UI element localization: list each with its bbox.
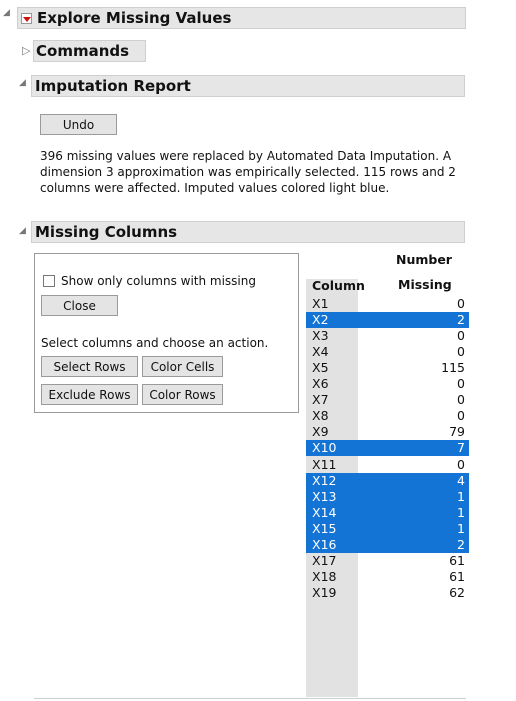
table-row[interactable]: X13 1 <box>306 488 469 505</box>
table-row[interactable]: X18 61 <box>306 568 469 585</box>
table-row[interactable]: X14 1 <box>306 504 469 521</box>
table-row[interactable]: X1 0 <box>306 296 469 312</box>
color-rows-button[interactable]: Color Rows <box>142 384 223 405</box>
column-name-cell[interactable]: X6 <box>306 376 358 393</box>
number-missing-cell[interactable]: 1 <box>358 504 469 521</box>
table-row[interactable]: X11 0 <box>306 456 469 473</box>
column-name-cell[interactable]: X9 <box>306 424 358 441</box>
column-name-cell[interactable]: X18 <box>306 568 358 585</box>
color-cells-label: Color Cells <box>150 359 215 374</box>
exclude-rows-button[interactable]: Exclude Rows <box>41 384 138 405</box>
table-row[interactable]: X7 0 <box>306 392 469 409</box>
table-row[interactable]: X8 0 <box>306 408 469 425</box>
table-row[interactable]: X16 2 <box>306 536 469 553</box>
exclude-rows-label: Exclude Rows <box>48 387 131 402</box>
color-rows-label: Color Rows <box>149 387 216 402</box>
expand-triangle-icon[interactable]: ▷ <box>22 45 30 56</box>
undo-label: Undo <box>62 117 95 132</box>
table-row[interactable]: X19 62 <box>306 584 469 601</box>
column-name-cell[interactable]: X7 <box>306 392 358 409</box>
close-label: Close <box>63 298 96 313</box>
divider <box>34 698 466 699</box>
column-name-cell[interactable]: X19 <box>306 584 358 601</box>
table-row[interactable]: X2 2 <box>306 312 469 329</box>
undo-button[interactable]: Undo <box>40 114 117 135</box>
collapse-triangle-icon[interactable]: ◢ <box>19 79 26 88</box>
number-missing-cell[interactable]: 61 <box>358 569 469 585</box>
number-missing-cell[interactable]: 0 <box>358 408 469 424</box>
number-missing-cell[interactable]: 0 <box>358 457 469 473</box>
number-missing-cell[interactable]: 79 <box>358 424 469 440</box>
column-name-cell[interactable]: X13 <box>306 488 358 505</box>
collapse-triangle-icon[interactable]: ◢ <box>3 9 10 18</box>
column-name-cell[interactable]: X3 <box>306 328 358 345</box>
column-name-cell[interactable]: X12 <box>306 472 358 489</box>
missing-columns-label: Missing Columns <box>35 223 178 241</box>
show-only-missing-checkbox[interactable] <box>43 275 55 287</box>
number-missing-header-line1: Number <box>396 252 452 267</box>
column-name-cell[interactable]: X4 <box>306 344 358 361</box>
imputation-summary: 396 missing values were replaced by Auto… <box>40 149 456 195</box>
column-name-cell[interactable]: X14 <box>306 504 358 521</box>
number-missing-header-line2: Missing <box>398 277 452 292</box>
number-missing-cell[interactable]: 0 <box>358 344 469 360</box>
select-rows-label: Select Rows <box>53 359 126 374</box>
close-button[interactable]: Close <box>41 295 118 316</box>
show-only-missing-label[interactable]: Show only columns with missing <box>61 273 256 289</box>
number-missing-cell[interactable]: 0 <box>358 392 469 408</box>
number-missing-cell[interactable]: 2 <box>358 536 469 553</box>
select-rows-button[interactable]: Select Rows <box>41 356 138 377</box>
report-title: Explore Missing Values <box>37 9 232 27</box>
table-row[interactable]: X15 1 <box>306 520 469 537</box>
number-missing-cell[interactable]: 0 <box>358 328 469 344</box>
collapse-triangle-icon[interactable]: ◢ <box>19 227 26 236</box>
number-missing-cell[interactable]: 1 <box>358 520 469 537</box>
number-missing-cell[interactable]: 0 <box>358 376 469 392</box>
number-missing-cell[interactable]: 0 <box>358 296 469 312</box>
column-name-cell[interactable]: X16 <box>306 536 358 553</box>
column-name-cell[interactable]: X5 <box>306 360 358 377</box>
table-row[interactable]: X4 0 <box>306 344 469 361</box>
table-row[interactable]: X17 61 <box>306 552 469 569</box>
table-row[interactable]: X9 79 <box>306 424 469 441</box>
column-name-cell[interactable]: X15 <box>306 520 358 537</box>
table-row[interactable]: X12 4 <box>306 472 469 489</box>
number-missing-cell[interactable]: 1 <box>358 488 469 505</box>
number-missing-cell[interactable]: 4 <box>358 472 469 489</box>
imputation-report-header[interactable]: Imputation Report <box>31 75 465 97</box>
missing-columns-header[interactable]: Missing Columns <box>31 221 465 243</box>
column-header: Column <box>312 278 365 293</box>
number-missing-cell[interactable]: 7 <box>358 440 469 457</box>
imputation-report-label: Imputation Report <box>35 77 191 95</box>
number-missing-cell[interactable]: 62 <box>358 585 469 601</box>
number-missing-cell[interactable]: 115 <box>358 360 469 376</box>
column-name-cell[interactable]: X10 <box>306 440 358 457</box>
missing-columns-control-panel: Show only columns with missing Close Sel… <box>34 253 299 413</box>
table-row[interactable]: X3 0 <box>306 328 469 345</box>
color-cells-button[interactable]: Color Cells <box>142 356 223 377</box>
number-missing-cell[interactable]: 2 <box>358 312 469 329</box>
column-name-cell[interactable]: X11 <box>306 456 358 473</box>
column-name-cell[interactable]: X2 <box>306 312 358 329</box>
column-name-cell[interactable]: X1 <box>306 296 358 312</box>
table-row[interactable]: X6 0 <box>306 376 469 393</box>
column-name-cell[interactable]: X8 <box>306 408 358 425</box>
column-name-cell[interactable]: X17 <box>306 552 358 569</box>
panel-instruction: Select columns and choose an action. <box>41 336 269 350</box>
commands-label: Commands <box>36 42 130 60</box>
number-missing-cell[interactable]: 61 <box>358 553 469 569</box>
red-triangle-menu-icon[interactable] <box>21 12 32 24</box>
table-row[interactable]: X10 7 <box>306 440 469 457</box>
commands-header[interactable]: Commands <box>33 40 146 62</box>
explore-missing-values-header[interactable]: Explore Missing Values <box>17 7 466 29</box>
table-row[interactable]: X5 115 <box>306 360 469 377</box>
